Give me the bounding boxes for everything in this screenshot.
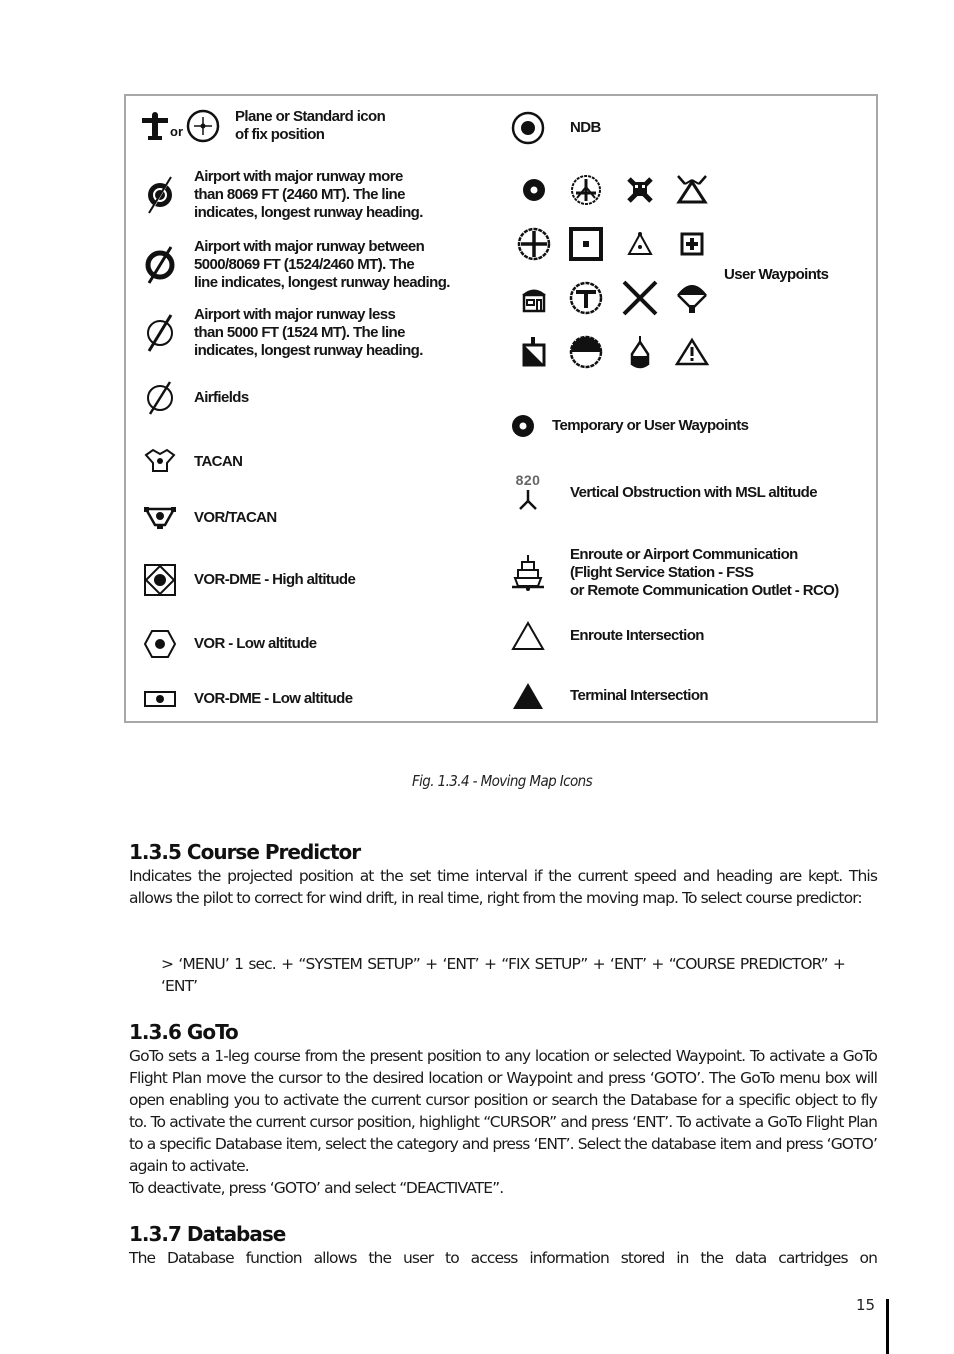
temporary-waypoint-icon xyxy=(508,406,538,446)
user-waypoints-label: User Waypoints xyxy=(724,266,829,283)
standard-fix-icon xyxy=(185,108,221,144)
dot-waypoint-icon xyxy=(514,170,554,210)
legend-label: Terminal Intersection xyxy=(570,687,709,704)
legend-label: VOR/TACAN xyxy=(194,509,277,526)
obstruction-altitude-text: 820 xyxy=(515,472,541,488)
airport-waypoint-icon xyxy=(566,170,606,210)
crosshair-waypoint-icon xyxy=(514,224,554,264)
course-predictor-command: > ‘MENU’ 1 sec. + “SYSTEM SETUP” + ‘ENT’… xyxy=(161,955,846,995)
section-heading-course-predictor: 1.3.5 Course Predictor xyxy=(129,840,361,864)
legend-enroute-intersection: Enroute Intersection xyxy=(508,616,704,656)
legend-label: Temporary or User Waypoints xyxy=(552,417,749,434)
half-circle-icon xyxy=(566,332,606,372)
page-margin-rule xyxy=(886,1299,889,1354)
legend-label: Airport with major runway less than 5000… xyxy=(194,306,423,359)
legend-label: VOR - Low altitude xyxy=(194,635,317,652)
vor-tacan-icon xyxy=(140,498,180,538)
small-triangle-dot-icon xyxy=(620,224,660,264)
first-aid-icon xyxy=(672,224,712,264)
airport-major-runway-medium-icon xyxy=(140,245,180,285)
square-dot-icon xyxy=(566,224,606,264)
legend-label: Enroute or Airport Communication (Flight… xyxy=(570,546,839,599)
enroute-intersection-icon xyxy=(508,616,548,656)
terminal-intersection-icon xyxy=(508,676,548,716)
legend-terminal-intersection: Terminal Intersection xyxy=(508,676,709,716)
balloon-icon xyxy=(620,332,660,372)
legend-vor-low: VOR - Low altitude xyxy=(140,624,317,664)
legend-temporary-waypoint: Temporary or User Waypoints xyxy=(508,406,749,446)
t-circle-icon xyxy=(566,278,606,318)
legend-communication: Enroute or Airport Communication (Flight… xyxy=(508,546,839,600)
vor-low-icon xyxy=(140,624,180,664)
flag-icon xyxy=(514,332,554,372)
x-mark-icon xyxy=(620,278,660,318)
section-heading-database: 1.3.7 Database xyxy=(129,1222,286,1246)
legend-label: NDB xyxy=(570,119,601,136)
house-icon xyxy=(514,278,554,318)
communication-station-icon xyxy=(508,553,548,593)
goto-deactivate: To deactivate, press ‘GOTO’ and select “… xyxy=(129,1179,504,1197)
section-heading-goto: 1.3.6 GoTo xyxy=(129,1020,239,1044)
skull-crossbones-icon xyxy=(620,170,660,210)
user-waypoints-grid xyxy=(508,166,718,376)
legend-label: Enroute Intersection xyxy=(570,627,704,644)
airfield-icon xyxy=(140,378,180,418)
radio-tower-icon xyxy=(672,170,712,210)
legend-label: TACAN xyxy=(194,453,243,470)
legend-vor-tacan: VOR/TACAN xyxy=(140,498,277,538)
legend-label: Airport with major runway between 5000/8… xyxy=(194,238,450,291)
legend-airfield: Airfields xyxy=(140,378,249,418)
ndb-icon xyxy=(508,108,548,148)
parachute-icon xyxy=(672,278,712,318)
legend-label: Airport with major runway more than 8069… xyxy=(194,168,423,221)
legend-ndb: NDB xyxy=(508,108,601,148)
tacan-icon xyxy=(140,442,180,482)
or-text: or xyxy=(170,123,183,139)
legend-vor-dme-low: VOR-DME - Low altitude xyxy=(140,679,353,719)
figure-caption: Fig. 1.3.4 - Moving Map Icons xyxy=(411,772,593,790)
legend-label: VOR-DME - Low altitude xyxy=(194,690,353,707)
airport-major-runway-large-icon xyxy=(140,175,180,215)
database-body: The Database function allows the user to… xyxy=(129,1249,878,1267)
legend-airport-medium: Airport with major runway between 5000/8… xyxy=(140,238,450,292)
warning-icon xyxy=(672,332,712,372)
legend-airport-large: Airport with major runway more than 8069… xyxy=(140,168,423,222)
legend-label: VOR-DME - High altitude xyxy=(194,571,356,588)
legend-plane-fix: or Plane or Standard icon of fix positio… xyxy=(140,108,386,144)
course-predictor-body: Indicates the projected position at the … xyxy=(129,867,878,907)
moving-map-icons-figure: or Plane or Standard icon of fix positio… xyxy=(124,94,878,723)
vor-dme-high-icon xyxy=(140,560,180,600)
legend-airport-small: Airport with major runway less than 5000… xyxy=(140,306,423,360)
vertical-obstruction-icon: 820 xyxy=(508,466,548,516)
goto-body: GoTo sets a 1-leg course from the presen… xyxy=(129,1047,878,1175)
legend-vertical-obstruction: 820 Vertical Obstruction with MSL altitu… xyxy=(508,466,818,516)
legend-label: Plane or Standard icon of fix position xyxy=(235,108,386,143)
legend-tacan: TACAN xyxy=(140,442,243,482)
legend-label: Airfields xyxy=(194,389,249,406)
vor-dme-low-icon xyxy=(140,679,180,719)
page-number: 15 xyxy=(856,1296,876,1314)
airport-major-runway-small-icon xyxy=(140,313,180,353)
legend-label: Vertical Obstruction with MSL altitude xyxy=(570,484,818,501)
legend-vor-dme-high: VOR-DME - High altitude xyxy=(140,560,356,600)
